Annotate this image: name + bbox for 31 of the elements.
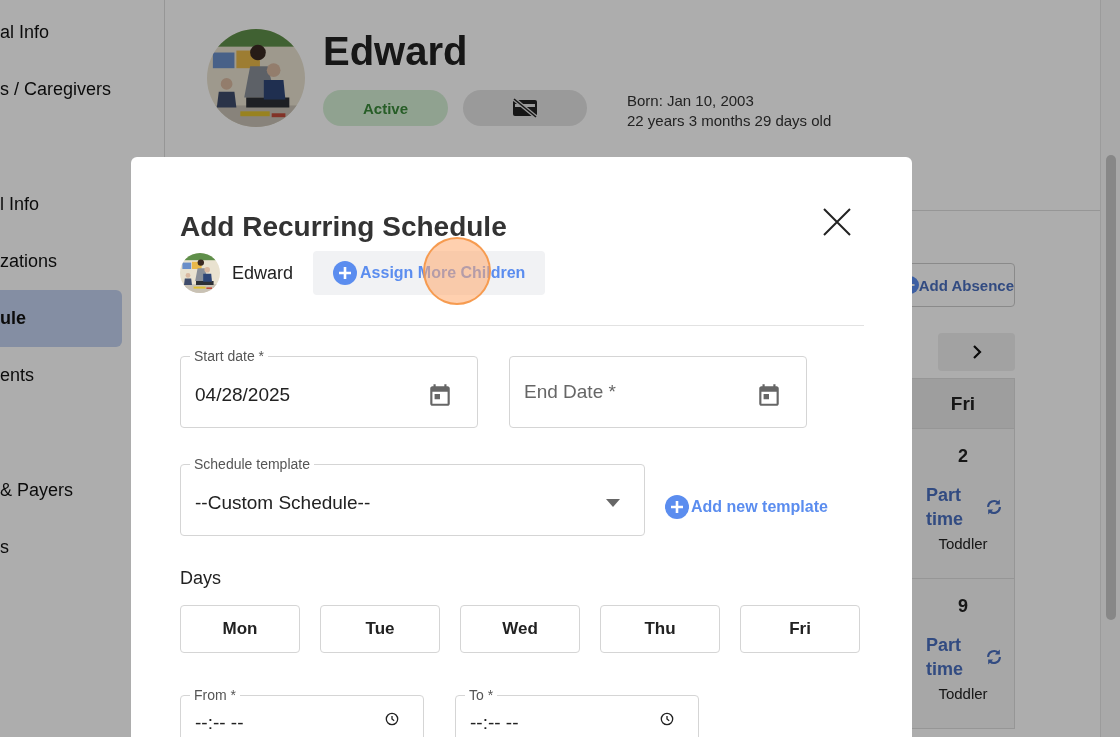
day-toggle[interactable]: Tue: [320, 605, 440, 653]
day-toggle[interactable]: Wed: [460, 605, 580, 653]
sidebar-item[interactable]: zations: [0, 233, 122, 290]
sidebar-item[interactable]: s / Caregivers: [0, 61, 122, 118]
dialog-title: Add Recurring Schedule: [180, 211, 507, 243]
field-label: Schedule template: [190, 456, 314, 472]
room-label: Toddler: [938, 535, 988, 552]
field-label: From *: [190, 687, 240, 703]
field-label: To *: [465, 687, 498, 703]
sidebar-item[interactable]: & Payers: [0, 462, 122, 519]
cell-date: 2: [958, 446, 968, 467]
sidebar-item[interactable]: al Info: [0, 4, 122, 61]
room-label: Toddler: [938, 685, 988, 702]
day-toggle[interactable]: Mon: [180, 605, 300, 653]
sidebar-item[interactable]: s: [0, 519, 122, 576]
age-text: 22 years 3 months 29 days old: [627, 111, 832, 131]
schedule-link[interactable]: Part time: [926, 483, 974, 531]
field-label: Start date *: [190, 348, 269, 364]
days-label: Days: [180, 568, 222, 589]
sidebar-item[interactable]: ents: [0, 347, 122, 404]
sidebar-item[interactable]: ule: [0, 290, 122, 347]
schedule-link[interactable]: Part time: [926, 633, 974, 681]
status-pill: Active: [323, 90, 448, 126]
birth-date: Born: Jan 10, 2003: [627, 91, 755, 111]
day-toggle[interactable]: Thu: [600, 605, 720, 653]
day-header: Fri: [912, 379, 1014, 428]
cell-date: 9: [958, 596, 968, 617]
sidebar-item[interactable]: l Info: [0, 176, 122, 233]
day-toggle[interactable]: Fri: [740, 605, 860, 653]
child-name: Edward: [323, 29, 469, 73]
child-name: Edward: [232, 262, 294, 284]
